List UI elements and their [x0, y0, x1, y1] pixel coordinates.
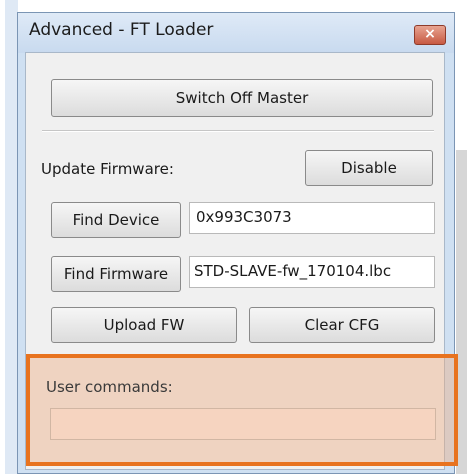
window-title: Advanced - FT Loader [29, 20, 214, 40]
upload-fw-button[interactable]: Upload FW [51, 307, 237, 343]
update-firmware-label: Update Firmware: [41, 160, 174, 178]
find-device-button[interactable]: Find Device [51, 202, 181, 238]
device-id-field[interactable]: 0x993C3073 [189, 202, 435, 234]
clear-cfg-button[interactable]: Clear CFG [249, 307, 435, 343]
title-bar[interactable]: Advanced - FT Loader × [18, 13, 454, 53]
user-commands-label: User commands: [46, 378, 173, 396]
close-button[interactable]: × [414, 25, 446, 45]
firmware-file-field[interactable]: STD-SLAVE-fw_170104.lbc [189, 256, 435, 288]
switch-off-master-button[interactable]: Switch Off Master [51, 79, 433, 117]
user-commands-input[interactable] [50, 408, 436, 440]
close-icon: × [424, 26, 436, 42]
section-divider [42, 130, 434, 132]
disable-button[interactable]: Disable [305, 150, 433, 186]
find-firmware-button[interactable]: Find Firmware [51, 256, 181, 292]
